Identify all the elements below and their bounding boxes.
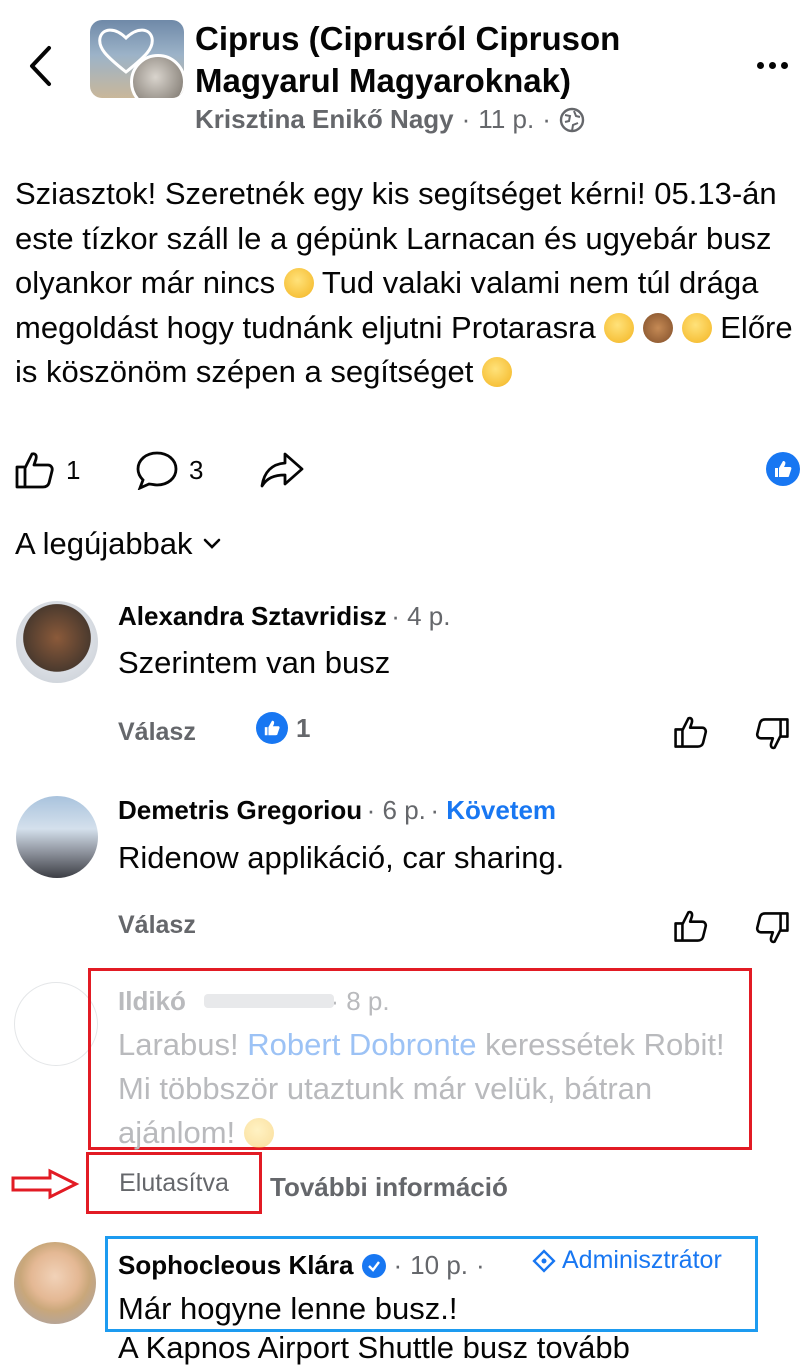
reaction-count: 1 [296,712,311,743]
comment-bubble-icon [136,451,178,490]
commenter-name[interactable]: Alexandra Sztavridisz [118,601,387,631]
comment-header: Demetris Gregoriou · 6 p. · Követem [118,795,557,825]
group-avatar[interactable] [90,20,184,98]
share-button[interactable] [259,450,305,490]
commenter-avatar[interactable] [16,601,98,683]
downvote-button[interactable] [752,908,792,948]
commenter-avatar[interactable] [16,796,98,878]
thumbs-up-icon [15,452,54,489]
commenter-name[interactable]: Sophocleous Klára [118,1250,354,1281]
see-no-evil-monkey-emoji-icon [643,312,673,343]
reply-button[interactable]: Válasz [118,911,196,940]
comment-text-part: Larabus! [118,1027,239,1062]
sort-label: A legújabbak [15,526,193,561]
comment-time: 4 p. [407,601,451,631]
sort-dropdown[interactable]: A legújabbak [15,526,221,562]
dot [768,61,776,69]
author-avatar [130,54,184,98]
smiling-face-emoji-icon [482,357,512,387]
more-info-link[interactable]: További információ [270,1172,508,1203]
thumbs-up-icon [775,461,792,477]
comment-header: Alexandra Sztavridisz · 4 p. [118,601,451,631]
dot [780,61,788,69]
commenter-name[interactable]: Ildikó [118,986,186,1016]
admin-diamond-icon [532,1248,556,1273]
post-body: Sziasztok! Szeretnék egy kis segítséget … [15,172,795,395]
reply-button[interactable]: Válasz [118,718,196,747]
admin-badge: Adminisztrátor [532,1246,722,1275]
comment-reactions[interactable]: 1 [256,712,310,744]
comment-text-continued: A Kapnos Airport Shuttle busz tovább [118,1330,630,1365]
commenter-avatar[interactable] [14,982,98,1066]
arrow-right-annotation-icon [11,1168,80,1200]
thumbs-down-icon [755,718,789,750]
comment-header: Sophocleous Klára · 10 p. · [118,1250,485,1281]
comment-count: 3 [189,454,204,485]
thumbs-up-icon [674,716,708,748]
comment-button[interactable]: 3 [135,450,203,490]
mention-link[interactable]: Robert Dobronte [247,1027,476,1062]
upvote-button[interactable] [671,906,711,946]
post-meta: Krisztina Enikő Nagy · 11 p. · [195,104,585,135]
upvote-button[interactable] [671,712,711,752]
redacted-surname [204,994,334,1008]
group-name[interactable]: Ciprus (Ciprusról Cipruson Magyarul Magy… [195,18,735,102]
like-reaction-badge-icon[interactable] [766,452,800,486]
status-badge: Elutasítva [86,1152,262,1214]
declined-comment-highlight: Ildikó · 8 p. Larabus! Robert Dobronte k… [88,968,752,1150]
smiling-face-emoji-icon [681,312,712,343]
chevron-left-icon [30,46,51,86]
meta-separator: · [461,104,471,134]
smiling-face-emoji-icon [243,1118,274,1148]
admin-comment-highlight: Sophocleous Klára · 10 p. · Adminisztrát… [105,1236,758,1332]
like-count: 1 [66,454,81,485]
comment-text: Szerintem van busz [118,645,391,680]
more-options-button[interactable] [752,50,792,80]
verified-badge-icon [361,1253,386,1278]
comment-text: Ridenow applikáció, car sharing. [118,840,565,875]
post-time[interactable]: 11 p. [478,104,534,135]
back-button[interactable] [22,38,58,94]
status-label: Elutasítva [119,1168,229,1197]
commenter-avatar[interactable] [14,1242,96,1324]
chevron-down-icon [203,538,220,549]
thumbs-down-icon [755,912,789,944]
share-arrow-icon [260,452,304,488]
author-name[interactable]: Krisztina Enikő Nagy [195,104,454,135]
thumbs-up-icon [674,910,708,942]
comment-time: 8 p. [346,986,390,1016]
downvote-button[interactable] [752,714,792,754]
follow-button[interactable]: Követem [446,795,556,825]
admin-label: Adminisztrátor [562,1246,722,1274]
thinking-face-emoji-icon [604,312,635,343]
commenter-name[interactable]: Demetris Gregoriou [118,795,362,825]
meta-separator: · [542,104,551,134]
dot [756,61,764,69]
comment-header: Ildikó · 8 p. [118,986,390,1016]
comment-time: 6 p. [382,795,426,825]
comment-text: Larabus! Robert Dobronte keressétek Robi… [118,1023,738,1155]
like-reaction-badge-icon [256,712,288,744]
globe-icon [559,107,585,132]
comment-time: 10 p. [410,1250,468,1280]
like-button[interactable]: 1 [14,450,80,490]
crying-face-emoji-icon [283,268,314,298]
comment-text: Már hogyne lenne busz.! [118,1291,458,1326]
